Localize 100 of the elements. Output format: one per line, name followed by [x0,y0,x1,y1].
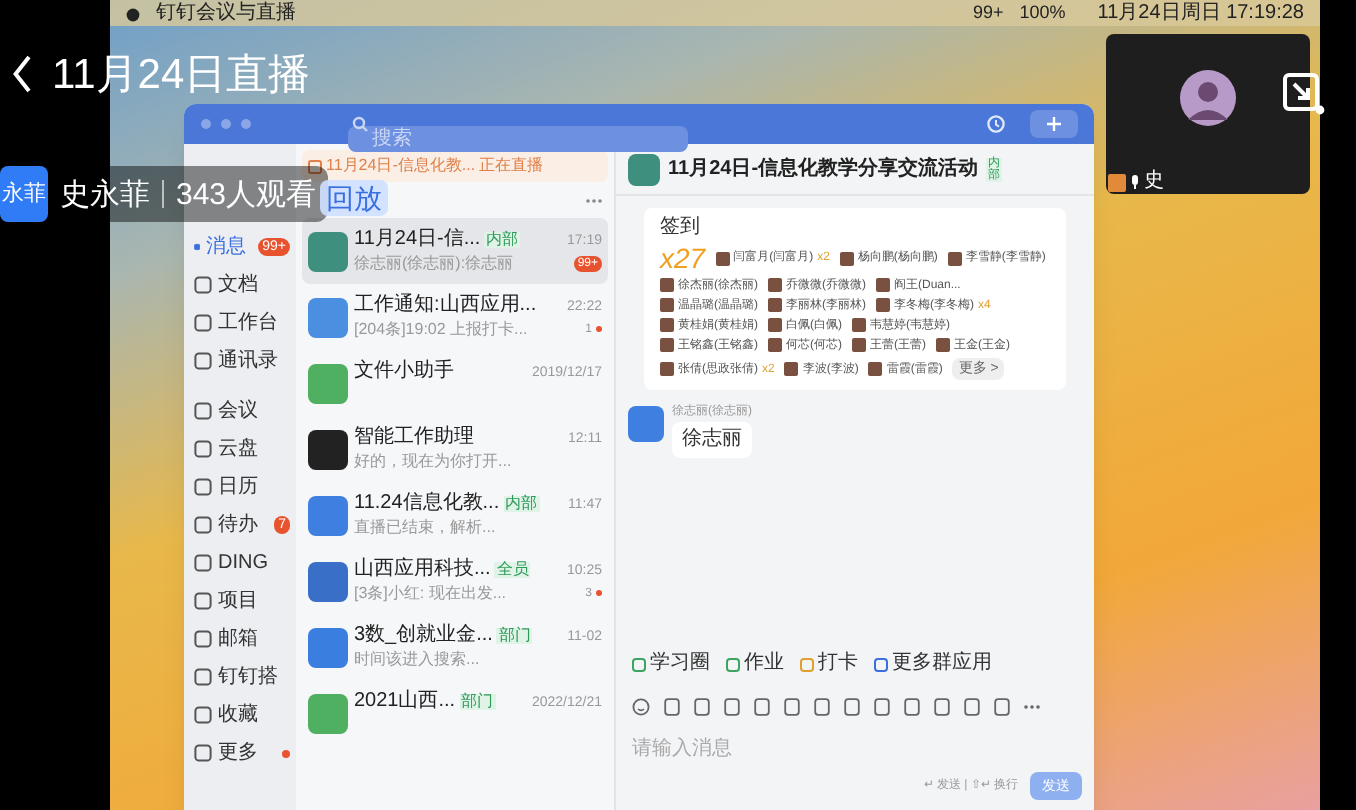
square-icon [726,657,740,671]
app-shortcut[interactable]: 更多群应用 [874,654,992,674]
square-icon [194,516,212,534]
square-icon [194,478,212,496]
toolbar-square-icon [874,697,890,715]
conversation-title: 11月24日-信... [354,230,481,250]
conversation-title: 工作通知:山西应用... [354,296,537,316]
attendee-avatar [839,251,854,265]
conversation-tag: 全员 [494,562,531,578]
square-icon [800,657,814,671]
conversation-preview: 徐志丽(徐志丽):徐志丽 [354,255,514,271]
back-icon [12,54,32,94]
sidebar-label: 通讯录 [218,351,278,371]
sidebar-item[interactable]: 邮箱 [184,620,296,658]
square-icon [194,352,212,370]
sidebar-label: 会议 [218,401,258,421]
exit-fullscreen-icon [1282,72,1326,116]
toolbar-square-icon [934,697,950,715]
toolbar-square-icon [904,697,920,715]
square-icon [194,440,212,458]
status-text: 99+ [972,4,1004,22]
app-shortcut[interactable]: 学习圈 [632,654,710,674]
toolbar-square-icon [754,697,770,715]
checkin-count: x27 [660,244,706,272]
viewer-count: 343人观看 [176,179,317,209]
sidebar-item[interactable]: 文档 [184,266,296,304]
sidebar-label: 消息 [206,237,247,257]
app-shortcut[interactable]: 打卡 [800,654,858,674]
sidebar-item[interactable]: 云盘 [184,430,296,468]
microphone-icon [1130,174,1140,190]
sidebar-label: 收藏 [218,705,258,725]
conversation-preview: 好的，现在为你打开... [354,453,512,469]
exit-fullscreen-button[interactable] [1278,68,1330,120]
menu-app-name[interactable]: 钉钉会议与直播 [156,3,296,23]
more-icon [586,197,602,203]
sidebar-label: DING [218,553,268,573]
sidebar-label: 工作台 [218,313,278,333]
sidebar-label: 更多 [218,743,258,763]
square-icon [194,706,212,724]
plus-icon [1046,116,1062,132]
message-input[interactable]: 请输入消息 [632,732,1078,764]
square-icon [194,744,212,762]
conversation-title: 智能工作助理 [354,428,474,448]
conversation-title: 11.24信息化教... [354,494,500,514]
sender-avatar [628,406,664,442]
sidebar-label: 待办 [218,515,258,535]
live-status: 正在直播 [479,158,544,174]
more-icon [1024,703,1040,709]
conversation-tag: 内部 [503,496,540,512]
status-text: 100% [1019,4,1066,22]
square-icon [194,592,212,610]
square-icon [194,314,212,332]
conversation-title: 2021山西... [354,692,456,712]
add-button[interactable] [1030,110,1078,138]
sidebar-item[interactable]: 更多 [184,734,296,772]
toolbar-square-icon [664,697,680,715]
conversation-tag: 部门 [459,694,496,710]
toolbar-square-icon [814,697,830,715]
toolbar-square-icon [724,697,740,715]
sidebar-item[interactable]: 日历 [184,468,296,506]
sidebar-label: 邮箱 [218,629,258,649]
sidebar-item[interactable]: 项目 [184,582,296,620]
toolbar-square-icon [784,697,800,715]
conversation-preview: [3条]小红: 现在出发... [354,585,507,601]
sidebar-item[interactable]: 工作台 [184,304,296,342]
conversation-tag: 部门 [496,628,533,644]
sidebar-item[interactable]: 会议 [184,392,296,430]
conversation-tag: 内部 [484,232,521,248]
avatar-icon [1180,70,1236,126]
square-icon [194,402,212,420]
app-shortcut[interactable]: 作业 [726,654,784,674]
square-icon [874,657,888,671]
sidebar-label: 钉钉搭 [218,667,278,687]
checkin-label: 签到 [660,218,702,238]
square-icon [194,630,212,648]
camera-caption: 史 [1144,172,1164,192]
history-icon [986,114,1006,134]
toolbar-square-icon [964,697,980,715]
menu-clock: 11月24日周日 17:19:28 [1097,3,1304,23]
sidebar-label: 项目 [218,591,258,611]
conversation-preview: [204条]19:02 上报打卡... [354,321,528,337]
live-icon [308,159,322,173]
conversation-preview: 直播已结束，解析... [354,519,496,535]
host-name: 史永菲 [60,179,150,209]
search-field[interactable]: 搜索 [348,125,688,151]
attendee-avatar [715,251,730,265]
square-icon [194,668,212,686]
square-icon [632,657,646,671]
conversation-title: 3数_创就业金... [354,626,493,646]
sidebar-label: 日历 [218,477,258,497]
sidebar-item[interactable]: 收藏 [184,696,296,734]
square-icon [194,276,212,294]
sidebar-item[interactable]: 钉钉搭 [184,658,296,696]
sidebar-item[interactable]: 通讯录 [184,342,296,380]
apple-icon [126,5,140,21]
conversation-title: 文件小助手 [354,362,454,382]
toolbar-square-icon [994,697,1010,715]
toolbar-square-icon [694,697,710,715]
chat-title: 11月24日-信息化教学分享交流活动 [668,159,979,179]
sidebar-item[interactable]: DING [184,544,296,582]
